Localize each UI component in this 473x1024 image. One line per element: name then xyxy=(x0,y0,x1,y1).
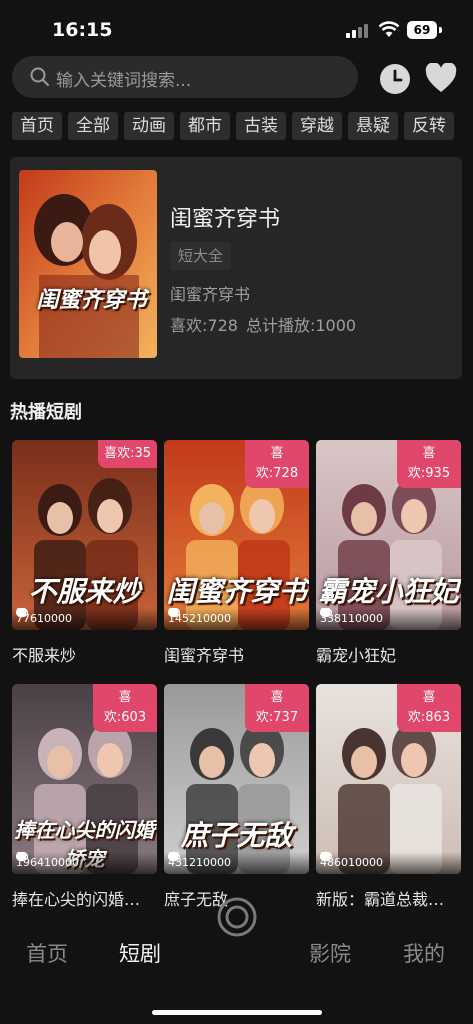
drama-poster: 闺蜜齐穿书 喜欢:728 1452 1000 0 xyxy=(164,440,309,630)
status-bar: 16:15 69 xyxy=(0,0,473,54)
drama-poster: 捧在心尖的闪婚娇宠喜欢:603196410000 xyxy=(12,684,157,874)
like-badge: 喜欢:935 xyxy=(397,440,461,488)
category-chip-twist[interactable]: 反转 xyxy=(404,112,454,140)
drama-title: 不服来炒 xyxy=(12,646,77,665)
category-chip-mystery[interactable]: 悬疑 xyxy=(348,112,398,140)
drama-card[interactable]: 霸宠小狂妃 喜欢:935 3381 1000 0 霸宠小狂妃 xyxy=(316,440,461,666)
poster-stats: 1452 1000 0 xyxy=(164,608,309,630)
ring-icon[interactable] xyxy=(216,896,258,938)
like-count: 1000 xyxy=(348,612,376,625)
featured-poster-title: 闺蜜齐穿书 xyxy=(36,288,147,313)
tab-short-drama[interactable]: 短剧 xyxy=(119,938,161,968)
drama-card[interactable]: 庶子无敌 喜欢:737 4312 1000 0 庶子无敌 xyxy=(164,684,309,910)
like-badge: 喜欢:603 xyxy=(93,684,157,732)
category-chip-costume[interactable]: 古装 xyxy=(236,112,286,140)
tab-home[interactable]: 首页 xyxy=(26,938,68,968)
drama-poster: 不服来炒 喜欢:35 776 1000 0 xyxy=(12,440,157,630)
featured-stats: 喜欢:728 总计播放:1000 xyxy=(170,312,364,336)
featured-drama-card[interactable]: 闺蜜齐穿书 闺蜜齐穿书 短大全 闺蜜齐穿书 喜欢:728 总计播放:1000 xyxy=(10,157,462,379)
comment-count: 0 xyxy=(376,612,383,625)
comment-icon xyxy=(169,609,178,617)
drama-title: 新版：霸道总裁爱上我 xyxy=(316,890,456,909)
poster-title-art: 不服来炒 xyxy=(28,575,141,608)
category-chip-animation[interactable]: 动画 xyxy=(124,112,174,140)
like-badge: 喜欢:728 xyxy=(245,440,309,488)
tab-mine[interactable]: 我的 xyxy=(403,938,445,968)
poster-stats: 1964 1000 0 xyxy=(12,852,157,874)
poster-title-art: 庶子无敌 xyxy=(180,819,293,852)
poster-stats: 776 1000 0 xyxy=(12,608,157,630)
status-time: 16:15 xyxy=(52,19,113,41)
like-badge: 喜欢:35 xyxy=(98,440,157,468)
like-count: 1000 xyxy=(196,612,224,625)
drama-title: 闺蜜齐穿书 xyxy=(164,646,245,665)
drama-poster: 喜欢:863 4860 1000 0 xyxy=(316,684,461,874)
category-tabs: 首页 全部 动画 都市 古装 穿越 悬疑 反转 xyxy=(12,112,473,140)
battery-tip xyxy=(439,27,442,33)
comment-icon xyxy=(169,853,178,861)
tab-cinema[interactable]: 影院 xyxy=(309,938,351,968)
comment-icon xyxy=(321,609,330,617)
comment-count: 0 xyxy=(224,612,231,625)
like-count: 1000 xyxy=(196,856,224,869)
poster-stats: 3381 1000 0 xyxy=(316,608,461,630)
drama-card[interactable]: 喜欢:863 486010000 新版：霸道总裁爱上我 xyxy=(316,684,461,910)
drama-title: 霸宠小狂妃 xyxy=(316,646,397,665)
wifi-icon xyxy=(378,21,400,37)
search-input[interactable]: 输入关键词搜索... xyxy=(12,56,358,98)
featured-subtitle: 闺蜜齐穿书 xyxy=(170,285,251,304)
search-icon xyxy=(30,67,49,86)
featured-plays: 总计播放:1000 xyxy=(245,316,357,335)
like-badge: 喜欢:737 xyxy=(245,684,309,732)
drama-card[interactable]: 不服来炒 喜欢:35 776 1000 0 不服来炒 xyxy=(12,440,157,666)
poster-title-art: 闺蜜齐穿书 xyxy=(166,575,307,608)
section-title-hot-dramas: 热播短剧 xyxy=(10,402,82,423)
category-chip-all[interactable]: 全部 xyxy=(68,112,118,140)
clock-icon[interactable] xyxy=(379,63,411,95)
featured-tag: 短大全 xyxy=(170,242,232,270)
comment-count: 0 xyxy=(65,612,72,625)
poster-stats: 4860 1000 0 xyxy=(316,852,461,874)
comment-icon xyxy=(17,853,26,861)
category-chip-home[interactable]: 首页 xyxy=(12,112,62,140)
comment-icon xyxy=(17,609,26,617)
drama-card[interactable]: 闺蜜齐穿书 喜欢:728 1452 1000 0 闺蜜齐穿书 xyxy=(164,440,309,666)
featured-poster: 闺蜜齐穿书 xyxy=(19,170,157,358)
like-count: 1000 xyxy=(44,856,72,869)
home-indicator xyxy=(152,1010,322,1015)
cellular-signal-icon xyxy=(346,24,370,38)
poster-title-art: 霸宠小狂妃 xyxy=(318,575,459,608)
category-chip-time-travel[interactable]: 穿越 xyxy=(292,112,342,140)
comment-icon xyxy=(321,853,330,861)
like-badge: 喜欢:863 xyxy=(397,684,461,732)
featured-likes: 喜欢:728 xyxy=(170,316,238,335)
drama-poster: 庶子无敌 喜欢:737 4312 1000 0 xyxy=(164,684,309,874)
poster-stats: 4312 1000 0 xyxy=(164,852,309,874)
comment-count: 0 xyxy=(376,856,383,869)
like-count: 1000 xyxy=(37,612,65,625)
category-chip-urban[interactable]: 都市 xyxy=(180,112,230,140)
battery-indicator: 69 xyxy=(407,21,437,39)
comment-count: 0 xyxy=(72,856,79,869)
drama-poster: 霸宠小狂妃 喜欢:935 3381 1000 0 xyxy=(316,440,461,630)
heart-icon[interactable] xyxy=(425,63,457,93)
drama-card[interactable]: 捧在心尖的闪婚娇宠喜欢:603196410000捧在心尖的闪婚娇宠 xyxy=(12,684,157,910)
featured-title: 闺蜜齐穿书 xyxy=(170,207,281,232)
like-count: 1000 xyxy=(348,856,376,869)
search-placeholder: 输入关键词搜索... xyxy=(56,71,192,91)
drama-title: 捧在心尖的闪婚娇宠 xyxy=(12,890,152,909)
comment-count: 0 xyxy=(224,856,231,869)
